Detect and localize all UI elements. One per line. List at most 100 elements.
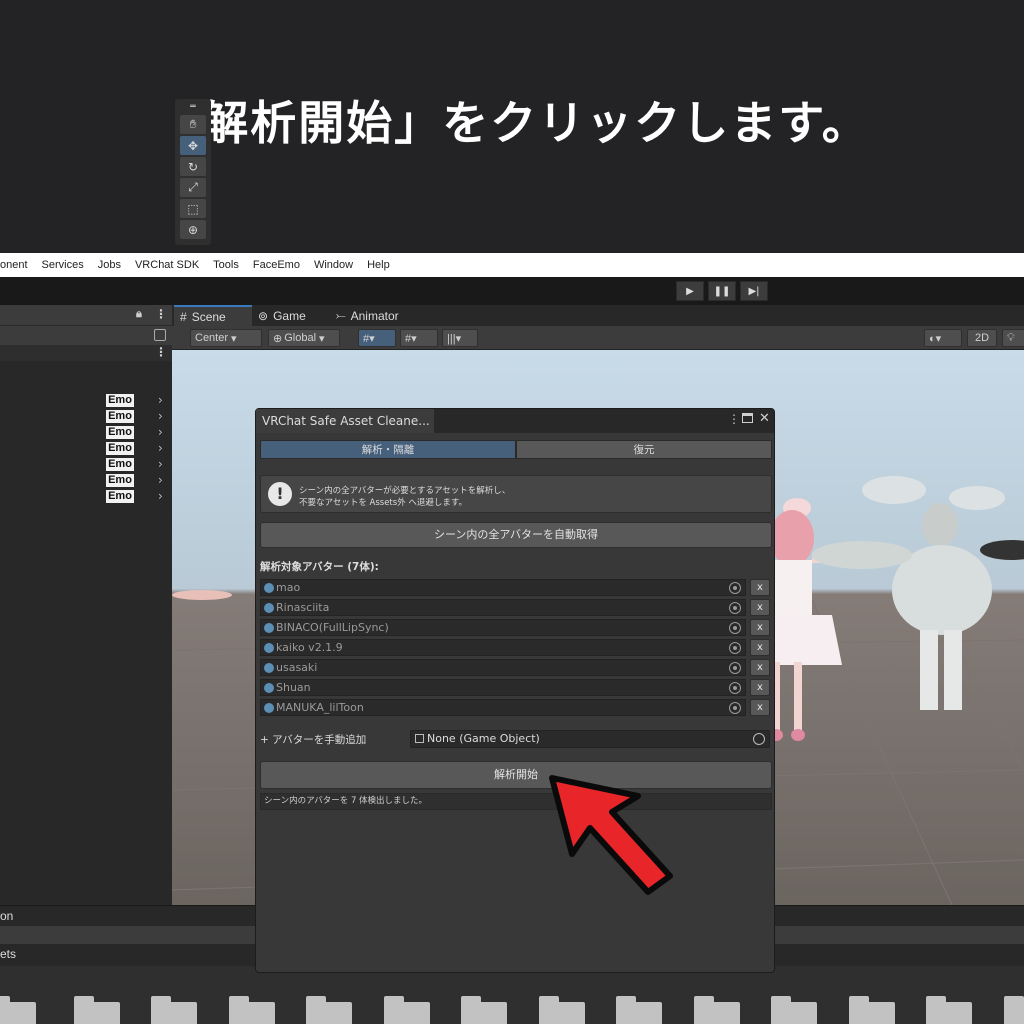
menu-faceemo[interactable]: FaceEmo: [253, 259, 300, 271]
folder-icon[interactable]: [151, 996, 197, 1024]
chevron-right-icon[interactable]: ›: [158, 441, 163, 455]
maximize-icon[interactable]: [742, 413, 753, 423]
folder-icon[interactable]: [771, 996, 817, 1024]
gamepad-icon: ⊚: [258, 308, 269, 323]
folder-icon[interactable]: [926, 996, 972, 1024]
avatar-name: kaiko v2.1.9: [276, 641, 343, 654]
remove-avatar-button[interactable]: x: [750, 699, 770, 716]
align-button[interactable]: |||▾: [442, 329, 478, 347]
transform-tool-icon[interactable]: ⊕: [180, 220, 206, 239]
remove-avatar-button[interactable]: x: [750, 679, 770, 696]
chevron-right-icon[interactable]: ›: [158, 393, 163, 407]
shading-dropdown[interactable]: ◐▾: [924, 329, 962, 347]
remove-avatar-button[interactable]: x: [750, 619, 770, 636]
menu-tools[interactable]: Tools: [213, 259, 239, 271]
folder-icon[interactable]: [461, 996, 507, 1024]
folder-icon[interactable]: [74, 996, 120, 1024]
chevron-right-icon[interactable]: ›: [158, 473, 163, 487]
folder-icon[interactable]: [306, 996, 352, 1024]
close-icon[interactable]: ✕: [759, 411, 770, 426]
hand-tool-icon[interactable]: ✋︎: [180, 115, 206, 134]
chevron-right-icon[interactable]: ›: [158, 425, 163, 439]
scale-tool-icon[interactable]: ⤢: [180, 178, 206, 197]
tab-analyze-isolate[interactable]: 解析・隔離: [260, 440, 516, 459]
menu-window[interactable]: Window: [314, 259, 353, 271]
folder-icon[interactable]: [1004, 996, 1024, 1024]
avatar-row[interactable]: BINACO(FullLipSync): [260, 619, 746, 636]
step-icon[interactable]: ▶|: [740, 281, 768, 301]
more-menu-icon[interactable]: ⋮: [155, 307, 167, 321]
instruction-text: 「解析開始」をクリックします。: [154, 95, 870, 150]
menu-jobs[interactable]: Jobs: [98, 259, 121, 271]
chevron-right-icon[interactable]: ›: [158, 489, 163, 503]
chevron-right-icon[interactable]: ›: [158, 457, 163, 471]
menu-services[interactable]: Services: [42, 259, 84, 271]
remove-avatar-button[interactable]: x: [750, 659, 770, 676]
remove-avatar-button[interactable]: x: [750, 579, 770, 596]
project-tab-label[interactable]: on: [0, 909, 13, 923]
folder-icon[interactable]: [616, 996, 662, 1024]
folder-icon[interactable]: [539, 996, 585, 1024]
lock-icon[interactable]: 🔒︎: [136, 307, 142, 321]
avatar-row[interactable]: Rinasciita: [260, 599, 746, 616]
global-dropdown[interactable]: ⊕ Global ▾: [268, 329, 340, 347]
avatar-object-field[interactable]: None (Game Object): [410, 730, 770, 748]
tab-label: Scene: [191, 309, 226, 324]
tab-scene[interactable]: # Scene: [174, 305, 252, 326]
object-picker-icon[interactable]: [729, 642, 741, 654]
start-analysis-button[interactable]: 解析開始: [260, 761, 772, 789]
menu-help[interactable]: Help: [367, 259, 390, 271]
avatar-row[interactable]: mao: [260, 579, 746, 596]
tab-game[interactable]: ⊚ Game: [252, 305, 330, 326]
object-picker-icon[interactable]: [729, 582, 741, 594]
help-text-line2: 不要なアセットを Assets外 へ退避します。: [299, 498, 468, 508]
drag-handle-icon[interactable]: ═: [180, 102, 206, 112]
assets-grid: [0, 966, 1024, 1024]
scene-toolbar: Center ▾ ⊕ Global ▾ #▾ #▾ |||▾ ◐▾ 2D 💡︎: [172, 326, 1024, 350]
pause-icon[interactable]: ❚❚: [708, 281, 736, 301]
avatar-object-icon: [264, 703, 274, 713]
folder-icon[interactable]: [849, 996, 895, 1024]
rect-tool-icon[interactable]: ⬚: [180, 199, 206, 218]
emo-label: Emo: [106, 410, 134, 423]
play-icon[interactable]: ▶: [676, 281, 704, 301]
assets-breadcrumb[interactable]: ets: [0, 947, 16, 961]
window-title[interactable]: VRChat Safe Asset Cleane...: [256, 409, 434, 433]
object-picker-icon[interactable]: [753, 733, 765, 745]
avatar-figure: [812, 476, 1024, 710]
mode-2d-button[interactable]: 2D: [967, 329, 997, 347]
avatar-row[interactable]: kaiko v2.1.9: [260, 639, 746, 656]
folder-icon[interactable]: [229, 996, 275, 1024]
folder-icon[interactable]: [694, 996, 740, 1024]
remove-avatar-button[interactable]: x: [750, 599, 770, 616]
object-picker-icon[interactable]: [729, 662, 741, 674]
rotate-tool-icon[interactable]: ↻: [180, 157, 206, 176]
transform-tools: ═ ✋︎ ✥ ↻ ⤢ ⬚ ⊕: [175, 99, 211, 245]
folder-icon[interactable]: [0, 996, 36, 1024]
object-picker-icon[interactable]: [729, 602, 741, 614]
tab-restore[interactable]: 復元: [516, 440, 772, 459]
avatar-row[interactable]: usasaki: [260, 659, 746, 676]
menu-vrchat-sdk[interactable]: VRChat SDK: [135, 259, 199, 271]
chevron-right-icon[interactable]: ›: [158, 409, 163, 423]
folder-icon[interactable]: [384, 996, 430, 1024]
hierarchy-search[interactable]: [0, 325, 172, 345]
dropdown-arrow-icon: ▾: [319, 332, 325, 345]
menu-component[interactable]: onent: [0, 259, 28, 271]
scene-menu-icon[interactable]: ⋮: [155, 345, 167, 359]
move-tool-icon[interactable]: ✥: [180, 136, 206, 155]
pivot-center-dropdown[interactable]: Center ▾: [190, 329, 262, 347]
more-menu-icon[interactable]: ⋮: [728, 412, 740, 426]
avatar-figure: [762, 498, 872, 741]
object-picker-icon[interactable]: [729, 702, 741, 714]
object-picker-icon[interactable]: [729, 622, 741, 634]
object-picker-icon[interactable]: [729, 682, 741, 694]
lighting-icon[interactable]: 💡︎: [1002, 329, 1024, 347]
avatar-row[interactable]: MANUKA_lilToon: [260, 699, 746, 716]
tab-animator[interactable]: ⤚ Animator: [330, 305, 420, 326]
remove-avatar-button[interactable]: x: [750, 639, 770, 656]
auto-fetch-avatars-button[interactable]: シーン内の全アバターを自動取得: [260, 522, 772, 548]
grid-snap-button[interactable]: #▾: [358, 329, 396, 347]
avatar-row[interactable]: Shuan: [260, 679, 746, 696]
increment-snap-button[interactable]: #▾: [400, 329, 438, 347]
